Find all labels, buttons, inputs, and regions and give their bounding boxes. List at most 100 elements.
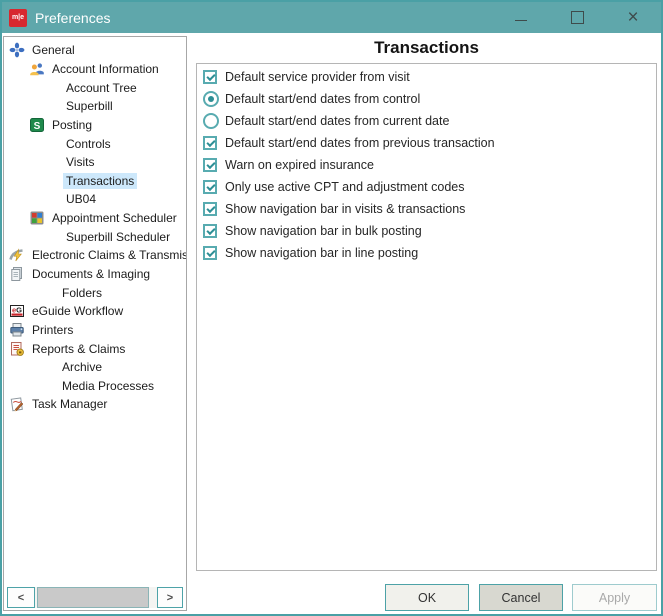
documents-imaging-icon	[9, 266, 25, 282]
sidebar-item-media-processes[interactable]: Media Processes	[4, 377, 186, 396]
window-title: Preferences	[35, 9, 111, 26]
sidebar-item-superbill-scheduler[interactable]: Superbill Scheduler	[4, 227, 186, 246]
maximize-button[interactable]	[549, 2, 605, 33]
transactions-options-panel: Default service provider from visit Defa…	[196, 63, 657, 571]
option-label: Show navigation bar in visits & transact…	[225, 202, 466, 216]
scroll-right-icon: >	[166, 591, 174, 604]
sidebar-item-label: Visits	[66, 155, 95, 170]
ok-button[interactable]: OK	[385, 584, 469, 611]
option-row[interactable]: Warn on expired insurance	[203, 154, 656, 176]
sidebar-item-label: Folders	[62, 285, 103, 300]
general-icon	[9, 42, 25, 58]
sidebar-item-posting[interactable]: S Posting	[4, 116, 186, 135]
sidebar-item-general[interactable]: General	[4, 41, 186, 60]
preferences-tree-panel: General Account Information Account Tree…	[3, 36, 187, 611]
sidebar-item-controls[interactable]: Controls	[4, 134, 186, 153]
option-label: Show navigation bar in line posting	[225, 246, 419, 260]
sidebar-item-appointment-scheduler[interactable]: Appointment Scheduler	[4, 209, 186, 228]
page-title: Transactions	[374, 38, 479, 57]
radio-dates-from-control[interactable]	[203, 91, 219, 107]
minimize-button[interactable]	[493, 2, 549, 33]
sidebar-item-label: Media Processes	[62, 378, 155, 393]
checkbox-navbar-bulk-posting[interactable]	[203, 224, 217, 238]
checkbox-active-cpt-codes[interactable]	[203, 180, 217, 194]
option-label: Show navigation bar in bulk posting	[225, 224, 422, 238]
checkbox-navbar-visits-transactions[interactable]	[203, 202, 217, 216]
option-row[interactable]: Show navigation bar in visits & transact…	[203, 198, 656, 220]
sidebar-item-label: Electronic Claims & Transmis	[32, 248, 187, 263]
sidebar-item-label: Account Tree	[66, 80, 137, 95]
preferences-tree: General Account Information Account Tree…	[4, 37, 186, 414]
scroll-right-button[interactable]: >	[157, 587, 183, 608]
minimize-icon	[515, 20, 527, 21]
scroll-left-icon: <	[17, 591, 25, 604]
sidebar-item-label: Archive	[62, 360, 103, 375]
sidebar-item-label: General	[32, 43, 75, 58]
checkbox-warn-expired-insurance[interactable]	[203, 158, 217, 172]
sidebar-item-folders[interactable]: Folders	[4, 283, 186, 302]
checkbox-default-service-provider[interactable]	[203, 70, 217, 84]
option-row[interactable]: Default start/end dates from control	[203, 88, 656, 110]
svg-text:eG: eG	[12, 306, 22, 315]
option-row[interactable]: Default service provider from visit	[203, 66, 656, 88]
sidebar-item-task-manager[interactable]: Task Manager	[4, 395, 186, 414]
sidebar-item-label: Controls	[66, 136, 111, 151]
radio-dates-from-current-date[interactable]	[203, 113, 219, 129]
option-label: Default start/end dates from previous tr…	[225, 136, 495, 150]
sidebar-item-eguide-workflow[interactable]: eG eGuide Workflow	[4, 302, 186, 321]
sidebar-item-label: Appointment Scheduler	[52, 211, 177, 226]
sidebar-item-ub04[interactable]: UB04	[4, 190, 186, 209]
eguide-workflow-icon: eG	[9, 303, 25, 319]
sidebar-item-superbill[interactable]: Superbill	[4, 97, 186, 116]
sidebar-item-label: Printers	[32, 322, 74, 337]
option-row[interactable]: Only use active CPT and adjustment codes	[203, 176, 656, 198]
option-row[interactable]: Show navigation bar in line posting	[203, 242, 656, 264]
sidebar-item-account-information[interactable]: Account Information	[4, 60, 186, 79]
task-manager-icon	[9, 396, 25, 412]
sidebar-item-label: UB04	[66, 192, 97, 207]
sidebar-item-documents-imaging[interactable]: Documents & Imaging	[4, 265, 186, 284]
checkbox-dates-previous-transaction[interactable]	[203, 136, 217, 150]
scrollbar-thumb[interactable]	[37, 587, 149, 608]
option-label: Default start/end dates from control	[225, 92, 421, 106]
sidebar-item-reports-claims[interactable]: Reports & Claims	[4, 339, 186, 358]
checkbox-navbar-line-posting[interactable]	[203, 246, 217, 260]
sidebar-item-label: Documents & Imaging	[32, 267, 151, 281]
preferences-window: m|e Preferences × General Account Inform…	[0, 0, 663, 616]
option-row[interactable]: Show navigation bar in bulk posting	[203, 220, 656, 242]
sidebar-item-label: Superbill Scheduler	[66, 229, 171, 244]
option-row[interactable]: Default start/end dates from previous tr…	[203, 132, 656, 154]
option-label: Default start/end dates from current dat…	[225, 114, 450, 128]
apply-button[interactable]: Apply	[572, 584, 657, 611]
sidebar-item-electronic-claims[interactable]: Electronic Claims & Transmis	[4, 246, 186, 265]
printers-icon	[9, 322, 25, 338]
svg-text:S: S	[34, 121, 41, 132]
maximize-icon	[570, 11, 584, 24]
sidebar-item-archive[interactable]: Archive	[4, 358, 186, 377]
close-icon: ×	[627, 6, 639, 28]
sidebar-item-label: Superbill	[66, 99, 113, 114]
sidebar-item-account-tree[interactable]: Account Tree	[4, 78, 186, 97]
option-row[interactable]: Default start/end dates from current dat…	[203, 110, 656, 132]
sidebar-item-printers[interactable]: Printers	[4, 321, 186, 340]
sidebar-item-label-selected: Transactions	[63, 172, 138, 189]
title-bar: m|e Preferences ×	[2, 2, 661, 33]
sidebar-item-label: Posting	[52, 117, 93, 132]
cancel-button[interactable]: Cancel	[479, 584, 563, 611]
option-label: Warn on expired insurance	[225, 158, 374, 172]
reports-claims-icon	[9, 341, 25, 357]
electronic-claims-icon	[9, 247, 25, 263]
app-logo-icon: m|e	[9, 8, 27, 27]
sidebar-item-visits[interactable]: Visits	[4, 153, 186, 172]
appointment-scheduler-icon	[29, 210, 45, 226]
sidebar-item-transactions[interactable]: Transactions	[4, 171, 186, 190]
scroll-left-button[interactable]: <	[7, 587, 35, 608]
option-label: Only use active CPT and adjustment codes	[225, 180, 465, 194]
account-information-icon	[29, 61, 45, 77]
sidebar-item-label: eGuide Workflow	[32, 304, 124, 319]
sidebar-item-label: Task Manager	[32, 397, 108, 412]
tree-horizontal-scrollbar[interactable]: < >	[7, 587, 183, 608]
close-button[interactable]: ×	[605, 2, 661, 33]
posting-icon: S	[29, 117, 45, 133]
window-controls: ×	[493, 2, 661, 33]
